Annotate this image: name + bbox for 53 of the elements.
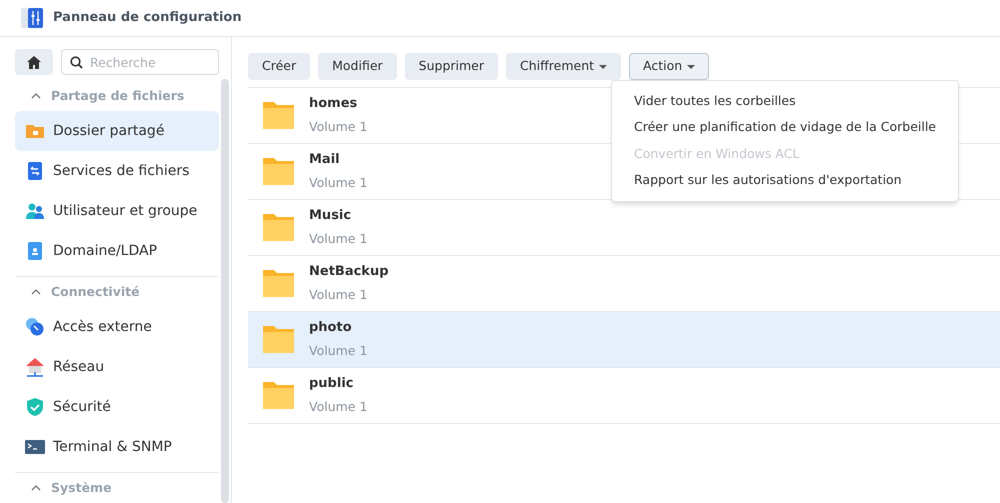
toolbar-button[interactable]: Supprimer <box>404 53 498 80</box>
window-title: Panneau de configuration <box>53 9 242 28</box>
folder-row[interactable]: photo Volume 1 <box>248 312 1000 368</box>
folder-icon <box>263 158 294 185</box>
folder-volume: Volume 1 <box>309 118 368 136</box>
menu-item[interactable]: Créer une planification de vidage de la Corbeille <box>612 114 958 141</box>
sidebar-item[interactable]: Terminal & SNMP <box>15 427 219 467</box>
home-button[interactable] <box>15 49 53 75</box>
id-card-icon <box>25 241 45 261</box>
chevron-icon <box>31 93 41 99</box>
sidebar-item[interactable]: Utilisateur et groupe <box>15 191 219 231</box>
folder-icon <box>263 382 294 409</box>
folder-icon <box>263 326 294 353</box>
folder-name: homes <box>309 95 358 114</box>
globe-link-icon <box>25 317 45 337</box>
terminal-icon <box>25 437 45 457</box>
folder-volume: Volume 1 <box>309 342 368 360</box>
menu-item[interactable]: Rapport sur les autorisations d'exportation <box>612 168 958 194</box>
folder-volume: Volume 1 <box>309 230 368 248</box>
users-icon <box>25 201 45 221</box>
folder-row[interactable]: public Volume 1 <box>248 368 1000 424</box>
file-exchange-icon <box>25 161 45 181</box>
toolbar-button[interactable]: Créer <box>248 53 310 80</box>
sidebar-item[interactable]: Dossier partagé <box>15 111 219 151</box>
menu-item[interactable]: Vider toutes les corbeilles <box>612 88 958 114</box>
chevron-icon <box>31 485 41 491</box>
folder-volume: Volume 1 <box>309 174 368 192</box>
folder-name: Music <box>309 207 352 226</box>
sidebar-item[interactable]: Sécurité <box>15 387 219 427</box>
sidebar-item[interactable]: Services de fichiers <box>15 151 219 191</box>
sidebar-item[interactable]: Domaine/LDAP <box>15 231 219 271</box>
toolbar-button[interactable]: Action <box>629 53 710 80</box>
chevron-icon <box>31 289 41 295</box>
sidebar-item[interactable]: Accès externe <box>15 307 219 347</box>
folder-icon <box>263 102 294 129</box>
home-icon <box>27 56 41 68</box>
folder-icon <box>263 270 294 297</box>
house-icon <box>25 357 45 377</box>
toolbar-button[interactable]: Chiffrement <box>506 53 622 80</box>
folder-name: public <box>309 375 354 394</box>
folder-volume: Volume 1 <box>309 286 368 304</box>
search-icon <box>70 56 83 68</box>
search-field[interactable]: Recherche <box>61 49 219 75</box>
sidebar-item[interactable]: Réseau <box>15 347 219 387</box>
shield-icon <box>25 397 45 417</box>
scrollbar[interactable] <box>221 79 229 503</box>
folder-name: photo <box>309 319 353 338</box>
control-panel-icon <box>21 7 43 29</box>
folder-icon <box>263 214 294 241</box>
folder-name: NetBackup <box>309 263 389 282</box>
folder-volume: Volume 1 <box>309 398 368 416</box>
toolbar-button[interactable]: Modifier <box>318 53 397 80</box>
folder-name: Mail <box>309 151 341 170</box>
